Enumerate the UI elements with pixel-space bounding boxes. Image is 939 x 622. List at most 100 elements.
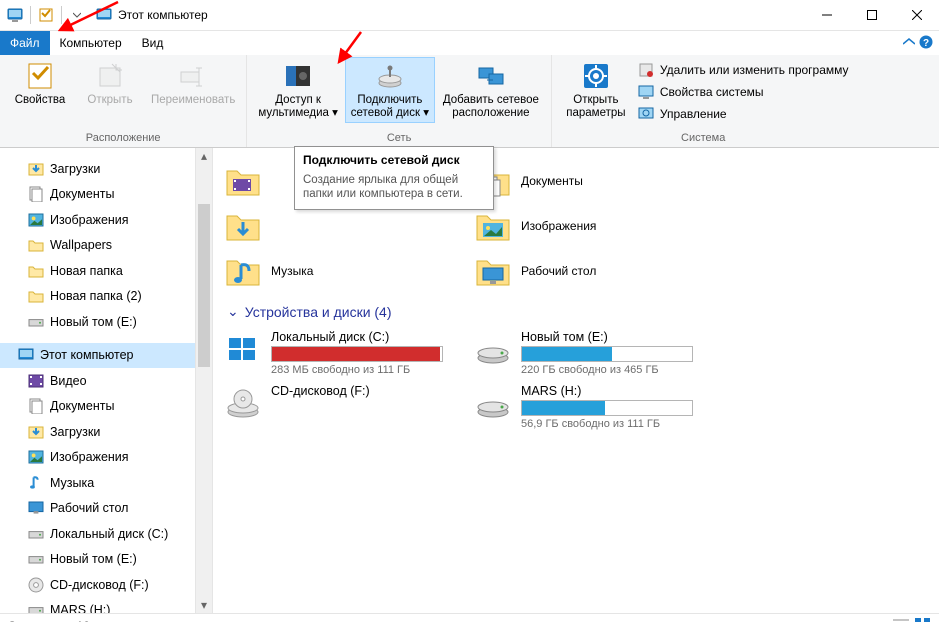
folder-item[interactable]: Рабочий стол bbox=[473, 248, 723, 293]
folder-label: Музыка bbox=[271, 264, 313, 278]
folder-icon bbox=[28, 288, 44, 304]
drive-item[interactable]: CD-дисковод (F:) bbox=[223, 380, 473, 434]
open-settings-button[interactable]: Открыть параметры bbox=[558, 57, 634, 123]
folder-icon bbox=[28, 263, 44, 279]
title-bar: Этот компьютер bbox=[0, 0, 939, 31]
music-folder-icon bbox=[223, 251, 263, 291]
nav-item[interactable]: Документы bbox=[0, 182, 208, 208]
folder-item[interactable]: Музыка bbox=[223, 248, 473, 293]
downloads-folder-icon bbox=[223, 206, 263, 246]
nav-item[interactable]: Новая папка (2) bbox=[0, 284, 208, 310]
cd-icon bbox=[223, 384, 263, 424]
nav-item[interactable]: Wallpapers bbox=[0, 233, 208, 259]
folder-label: Рабочий стол bbox=[521, 264, 596, 278]
status-bar: Элементов: 10 bbox=[0, 613, 939, 622]
scroll-thumb[interactable] bbox=[198, 204, 210, 367]
nav-item-label: Изображения bbox=[50, 213, 129, 227]
manage-link[interactable]: Управление bbox=[636, 103, 849, 125]
devices-section-header[interactable]: ⌄ Устройства и диски (4) bbox=[227, 303, 939, 320]
properties-button[interactable]: Свойства bbox=[6, 57, 74, 110]
map-network-drive-button[interactable]: Подключить сетевой диск ▾ bbox=[345, 57, 435, 123]
properties-label: Свойства bbox=[15, 94, 66, 107]
media-access-button[interactable]: Доступ к мультимедиа ▾ bbox=[253, 57, 343, 123]
ribbon-group-network: Доступ к мультимедиа ▾ Подключить сетево… bbox=[247, 55, 552, 147]
nav-item[interactable]: Изображения bbox=[0, 207, 208, 233]
nav-item[interactable]: MARS (H:) bbox=[0, 598, 208, 614]
capacity-bar bbox=[521, 400, 693, 416]
manage-icon bbox=[638, 106, 654, 122]
nav-item[interactable]: Видео bbox=[0, 368, 208, 394]
chevron-down-icon: ⌄ bbox=[227, 303, 239, 320]
desktop-icon bbox=[28, 500, 44, 516]
close-button[interactable] bbox=[894, 0, 939, 29]
details-view-icon[interactable] bbox=[893, 618, 909, 622]
system-props-icon bbox=[638, 84, 654, 100]
qat-dropdown-icon[interactable] bbox=[66, 4, 88, 26]
nav-item-label: Загрузки bbox=[50, 162, 100, 176]
nav-this-pc[interactable]: Этот компьютер bbox=[0, 343, 198, 369]
tab-file[interactable]: Файл bbox=[0, 31, 50, 55]
nav-item[interactable]: Новый том (E:) bbox=[0, 309, 208, 335]
tab-view[interactable]: Вид bbox=[132, 31, 174, 55]
nav-item[interactable]: CD-дисковод (F:) bbox=[0, 572, 208, 598]
tooltip-title: Подключить сетевой диск bbox=[303, 153, 485, 167]
tab-computer[interactable]: Компьютер bbox=[50, 31, 132, 55]
folder-item[interactable]: Документы bbox=[473, 158, 723, 203]
quick-access-toolbar bbox=[4, 4, 88, 26]
nav-item-label: Изображения bbox=[50, 450, 129, 464]
drive-item[interactable]: Новый том (E:)220 ГБ свободно из 465 ГБ bbox=[473, 326, 723, 380]
maximize-button[interactable] bbox=[849, 0, 894, 29]
desktop-folder-icon bbox=[473, 251, 513, 291]
drive-icon bbox=[28, 526, 44, 542]
rename-button: Переименовать bbox=[146, 57, 240, 110]
icons-view-icon[interactable] bbox=[915, 618, 931, 622]
nav-item[interactable]: Загрузки bbox=[0, 419, 208, 445]
minimize-button[interactable] bbox=[804, 0, 849, 29]
capacity-bar bbox=[521, 346, 693, 362]
content-area: ЗагрузкиДокументыИзображенияWallpapersНо… bbox=[0, 148, 939, 613]
folder-icon bbox=[28, 237, 44, 253]
drive-icon bbox=[473, 330, 513, 370]
uninstall-program-link[interactable]: Удалить или изменить программу bbox=[636, 59, 849, 81]
nav-scrollbar[interactable]: ▴ ▾ bbox=[195, 148, 212, 613]
uninstall-icon bbox=[638, 62, 654, 78]
nav-item[interactable]: Рабочий стол bbox=[0, 496, 208, 522]
navigation-pane: Загрузки Документы Изображения Wallpapers Но… bbox=[0, 148, 213, 613]
nav-item-label: Документы bbox=[50, 187, 114, 201]
nav-item-label: Видео bbox=[50, 374, 87, 388]
nav-item-label: MARS (H:) bbox=[50, 603, 110, 613]
properties-qat-icon[interactable] bbox=[35, 4, 57, 26]
drive-item[interactable]: Локальный диск (C:)283 МБ свободно из 11… bbox=[223, 326, 473, 380]
scroll-up-icon[interactable]: ▴ bbox=[196, 148, 212, 164]
nav-item[interactable]: Музыка bbox=[0, 470, 208, 496]
minimize-ribbon-icon[interactable] bbox=[903, 36, 915, 48]
pc-icon[interactable] bbox=[4, 4, 26, 26]
open-button: Открыть bbox=[76, 57, 144, 110]
menu-bar: Файл Компьютер Вид ? bbox=[0, 31, 939, 55]
nav-item-label: Документы bbox=[50, 399, 114, 413]
nav-item-label: Новый том (E:) bbox=[50, 552, 137, 566]
nav-item[interactable]: Локальный диск (C:) bbox=[0, 521, 208, 547]
nav-item-label: Новая папка bbox=[50, 264, 123, 278]
drive-icon bbox=[28, 314, 44, 330]
svg-text:?: ? bbox=[923, 38, 929, 49]
add-network-location-button[interactable]: Добавить сетевое расположение bbox=[437, 57, 545, 123]
help-icon[interactable]: ? bbox=[919, 35, 933, 49]
ribbon: Свойства Открыть Переименовать Расположе… bbox=[0, 55, 939, 148]
system-properties-link[interactable]: Свойства системы bbox=[636, 81, 849, 103]
nav-item[interactable]: Загрузки bbox=[0, 156, 208, 182]
documents-icon bbox=[28, 398, 44, 414]
nav-item-label: Этот компьютер bbox=[40, 348, 133, 362]
scroll-down-icon[interactable]: ▾ bbox=[196, 597, 212, 613]
nav-item[interactable]: Новый том (E:) bbox=[0, 547, 208, 573]
title-pc-icon bbox=[96, 7, 112, 23]
folder-item[interactable]: Изображения bbox=[473, 203, 723, 248]
group-system-label: Система bbox=[681, 130, 725, 146]
ribbon-group-location: Свойства Открыть Переименовать Расположе… bbox=[0, 55, 247, 147]
nav-item[interactable]: Документы bbox=[0, 394, 208, 420]
pictures-icon bbox=[28, 449, 44, 465]
drive-item[interactable]: MARS (H:)56,9 ГБ свободно из 111 ГБ bbox=[473, 380, 723, 434]
videos-folder-icon bbox=[223, 161, 263, 201]
nav-item[interactable]: Изображения bbox=[0, 445, 208, 471]
nav-item[interactable]: Новая папка bbox=[0, 258, 208, 284]
